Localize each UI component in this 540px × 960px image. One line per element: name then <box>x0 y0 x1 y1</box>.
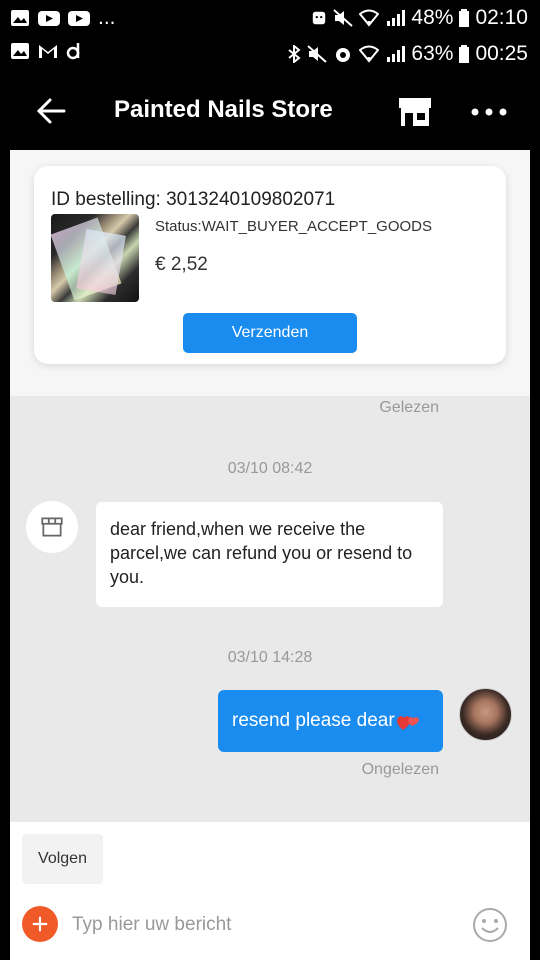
wifi-icon <box>359 9 380 27</box>
store-icon <box>41 517 63 537</box>
app-bar: Painted Nails Store <box>0 74 540 150</box>
order-id: ID bestelling: 3013240109802071 <box>51 189 336 210</box>
read-receipt: Gelezen <box>379 399 439 416</box>
store-icon[interactable] <box>397 96 433 128</box>
signal-icon <box>387 46 406 62</box>
store-avatar[interactable] <box>26 501 78 553</box>
bluetooth-icon <box>288 45 302 63</box>
message-input[interactable] <box>72 906 452 944</box>
image-icon <box>11 43 29 59</box>
order-panel: ID bestelling: 3013240109802071 Status:W… <box>10 150 530 396</box>
emoji-icon[interactable] <box>471 906 509 944</box>
mute-icon <box>307 45 328 63</box>
message-timestamp: 03/10 08:42 <box>227 460 313 477</box>
order-card[interactable]: ID bestelling: 3013240109802071 Status:W… <box>34 166 506 364</box>
alarm-icon <box>336 48 351 62</box>
image-icon <box>11 10 29 26</box>
mute-icon <box>333 9 354 27</box>
order-price: € 2,52 <box>155 254 208 275</box>
clock: 02:10 <box>475 6 528 29</box>
battery-icon <box>459 45 470 63</box>
chat-footer: Volgen <box>10 822 530 960</box>
d-icon <box>66 43 80 60</box>
status-bar: ... 48% 02:10 <box>0 0 540 38</box>
more-options-icon[interactable] <box>470 100 508 124</box>
read-receipt: Ongelezen <box>361 761 439 778</box>
wifi-icon <box>359 45 380 63</box>
add-attachment-button[interactable] <box>22 906 58 942</box>
android-icon <box>313 11 326 25</box>
user-avatar[interactable] <box>459 688 512 741</box>
battery-icon <box>459 9 470 27</box>
back-arrow-icon[interactable] <box>34 94 68 128</box>
youtube-icon <box>68 11 90 26</box>
hearts-emoji-icon <box>396 716 419 730</box>
send-order-button[interactable]: Verzenden <box>183 313 357 353</box>
outgoing-message-text: resend please dear <box>232 710 395 731</box>
plus-icon <box>32 916 48 932</box>
order-status: Status:WAIT_BUYER_ACCEPT_GOODS <box>155 218 433 235</box>
status-bar-secondary: 63% 00:25 <box>0 34 540 74</box>
youtube-icon <box>38 11 60 26</box>
gmail-icon <box>39 45 57 58</box>
follow-button[interactable]: Volgen <box>22 834 103 884</box>
more-notifications: ... <box>98 6 116 29</box>
clock: 00:25 <box>475 42 528 65</box>
product-thumbnail[interactable] <box>51 214 139 302</box>
battery-percent: 48% <box>411 6 454 29</box>
chat-content[interactable]: ID bestelling: 3013240109802071 Status:W… <box>10 150 530 960</box>
signal-icon <box>387 10 406 26</box>
battery-percent: 63% <box>411 42 454 65</box>
incoming-message[interactable]: dear friend,when we receive the parcel,w… <box>96 502 443 607</box>
page-title: Painted Nails Store <box>114 96 333 123</box>
outgoing-message[interactable]: resend please dear <box>218 690 443 752</box>
message-timestamp: 03/10 14:28 <box>227 649 313 666</box>
